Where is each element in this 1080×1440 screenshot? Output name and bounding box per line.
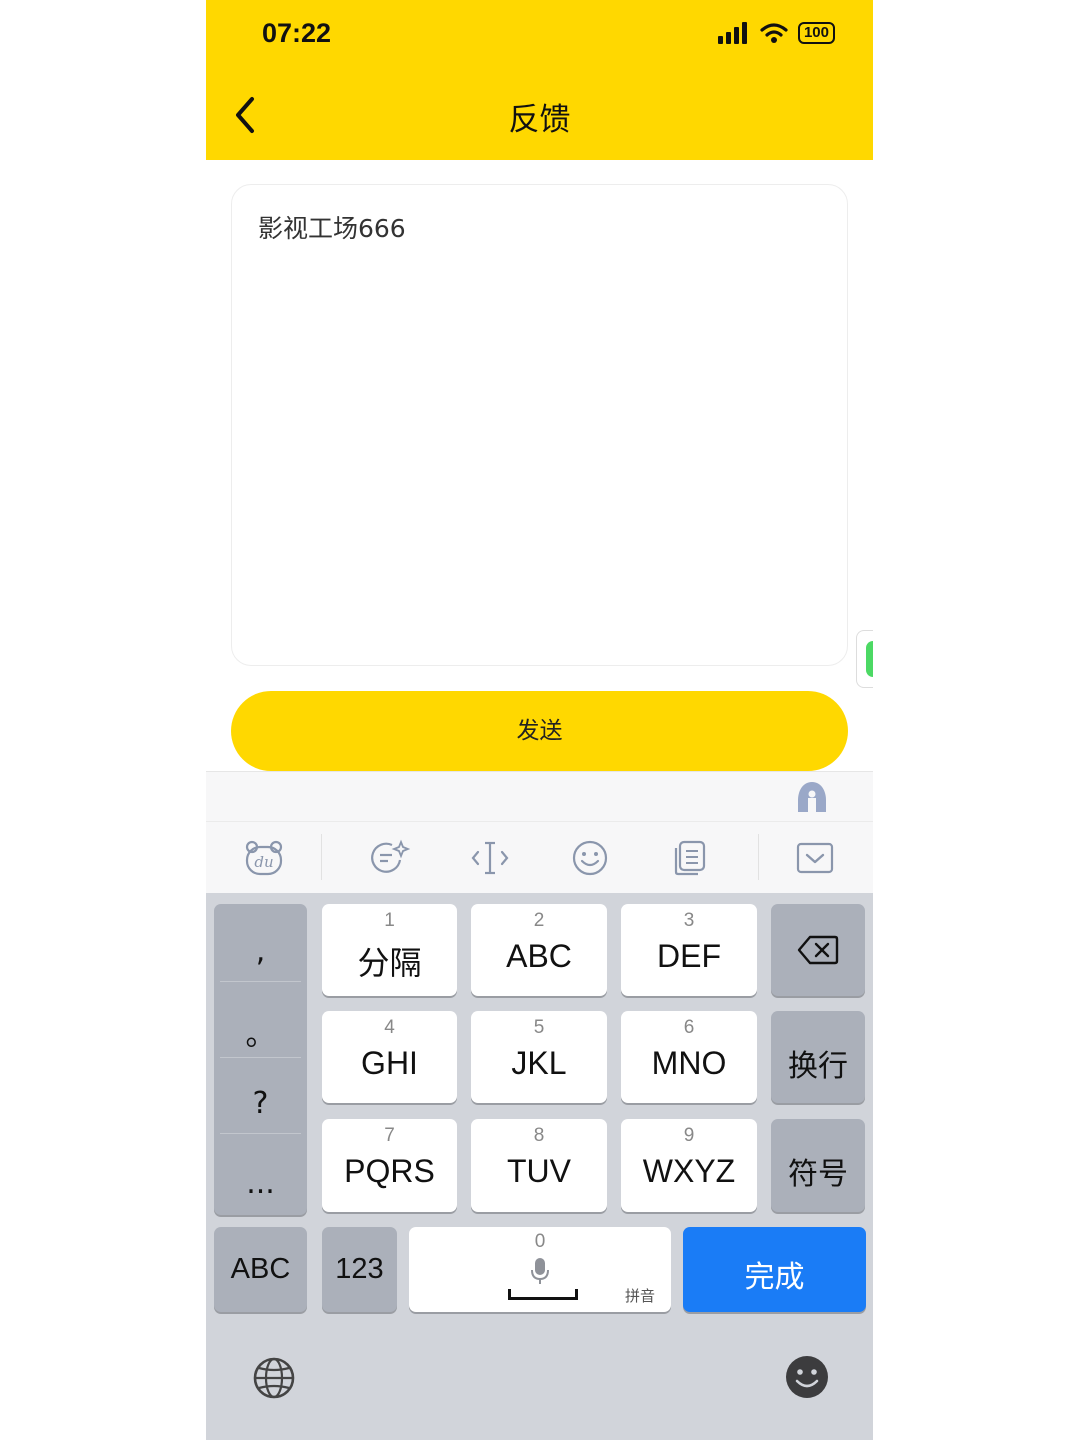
symbols-key[interactable]: 符号 [771, 1119, 865, 1212]
key-2[interactable]: 2 ABC [471, 904, 607, 996]
newline-label: 换行 [788, 1050, 848, 1083]
numbers-key[interactable]: 123 [322, 1227, 397, 1312]
top-bar: 07:22 100 反馈 [206, 0, 873, 160]
backspace-icon [797, 935, 839, 965]
globe-icon[interactable] [252, 1356, 296, 1400]
key-num: 2 [533, 910, 545, 931]
key-label: JKL [511, 1045, 567, 1081]
abc-label: ABC [230, 1253, 291, 1285]
key-label: MNO [651, 1045, 727, 1081]
space-bar-glyph [508, 1289, 578, 1300]
smiley-icon[interactable] [784, 1354, 830, 1400]
newline-key[interactable]: 换行 [771, 1011, 865, 1103]
keyboard-toolbar: du [206, 821, 873, 894]
key-num: 5 [533, 1017, 545, 1038]
status-icons: 100 [717, 22, 835, 44]
key-label: DEF [657, 938, 721, 974]
key-label: PQRS [344, 1153, 435, 1189]
keyboard: , 。 ? ... 1 分隔 2 ABC 3 DEF 4 GHI 5 JKL 6… [206, 893, 873, 1440]
cursor-icon[interactable] [470, 838, 510, 878]
key-num: 8 [533, 1125, 545, 1146]
key-label: WXYZ [642, 1153, 736, 1189]
emoji-icon[interactable] [570, 838, 610, 878]
key-8[interactable]: 8 TUV [471, 1119, 607, 1212]
key-9[interactable]: 9 WXYZ [621, 1119, 757, 1212]
delete-key[interactable] [771, 904, 865, 996]
key-4[interactable]: 4 GHI [322, 1011, 457, 1103]
key-num: 1 [384, 910, 395, 931]
punctuation-column[interactable]: , 。 ? ... [214, 904, 307, 1215]
battery-indicator: 100 [797, 22, 835, 44]
key-label: 分隔 [357, 945, 422, 981]
key-3[interactable]: 3 DEF [621, 904, 757, 996]
key-ellipsis[interactable]: ... [214, 1166, 307, 1201]
key-5[interactable]: 5 JKL [471, 1011, 607, 1103]
key-question[interactable]: ? [214, 1086, 307, 1121]
abc-key[interactable]: ABC [214, 1227, 307, 1312]
key-comma[interactable]: , [214, 934, 307, 969]
svg-text:du: du [254, 853, 273, 871]
key-num: 4 [384, 1017, 395, 1038]
punct-divider [220, 981, 301, 982]
toolbar-divider [758, 834, 759, 880]
space-key[interactable]: 0 拼音 [409, 1227, 671, 1312]
numbers-label: 123 [335, 1253, 384, 1285]
keyboard-candidate-bar [206, 771, 873, 822]
key-7[interactable]: 7 PQRS [322, 1119, 457, 1212]
key-num: 7 [384, 1125, 395, 1146]
key-label: GHI [361, 1045, 418, 1081]
feedback-text: 影视工场666 [258, 214, 406, 243]
cellular-signal-icon [717, 22, 747, 44]
done-label: 完成 [744, 1261, 805, 1294]
key-1[interactable]: 1 分隔 [322, 904, 457, 996]
key-num: 3 [683, 910, 695, 931]
microphone-icon [531, 1258, 549, 1284]
send-button[interactable]: 发送 [231, 691, 848, 771]
feedback-textarea[interactable]: 影视工场666 [231, 184, 848, 666]
page-title: 反馈 [508, 102, 571, 138]
key-label: ABC [506, 938, 572, 974]
space-label: 拼音 [624, 1288, 655, 1305]
punct-divider [220, 1133, 301, 1134]
toolbar-divider [321, 834, 322, 880]
phone-screen: 07:22 100 反馈 影视工场666 发送 du , 。 ? ... 1 分… [206, 0, 873, 1440]
key-6[interactable]: 6 MNO [621, 1011, 757, 1103]
floating-side-handle[interactable] [856, 630, 873, 688]
punct-divider [220, 1057, 301, 1058]
done-key[interactable]: 完成 [683, 1227, 866, 1312]
symbols-label: 符号 [788, 1158, 848, 1191]
wifi-icon [760, 23, 788, 43]
keyboard-logo-icon[interactable] [794, 780, 830, 814]
key-num: 9 [683, 1125, 695, 1146]
status-time: 07:22 [262, 18, 332, 48]
key-period[interactable]: 。 [214, 1010, 307, 1054]
baidu-bear-icon[interactable]: du [244, 838, 284, 878]
space-num: 0 [534, 1231, 546, 1252]
key-label: TUV [507, 1153, 571, 1189]
clipboard-icon[interactable] [670, 838, 710, 878]
side-handle-indicator [866, 641, 873, 677]
key-num: 6 [683, 1017, 695, 1038]
keyboard-hide-icon[interactable] [795, 838, 835, 878]
ai-write-icon[interactable] [370, 838, 410, 878]
